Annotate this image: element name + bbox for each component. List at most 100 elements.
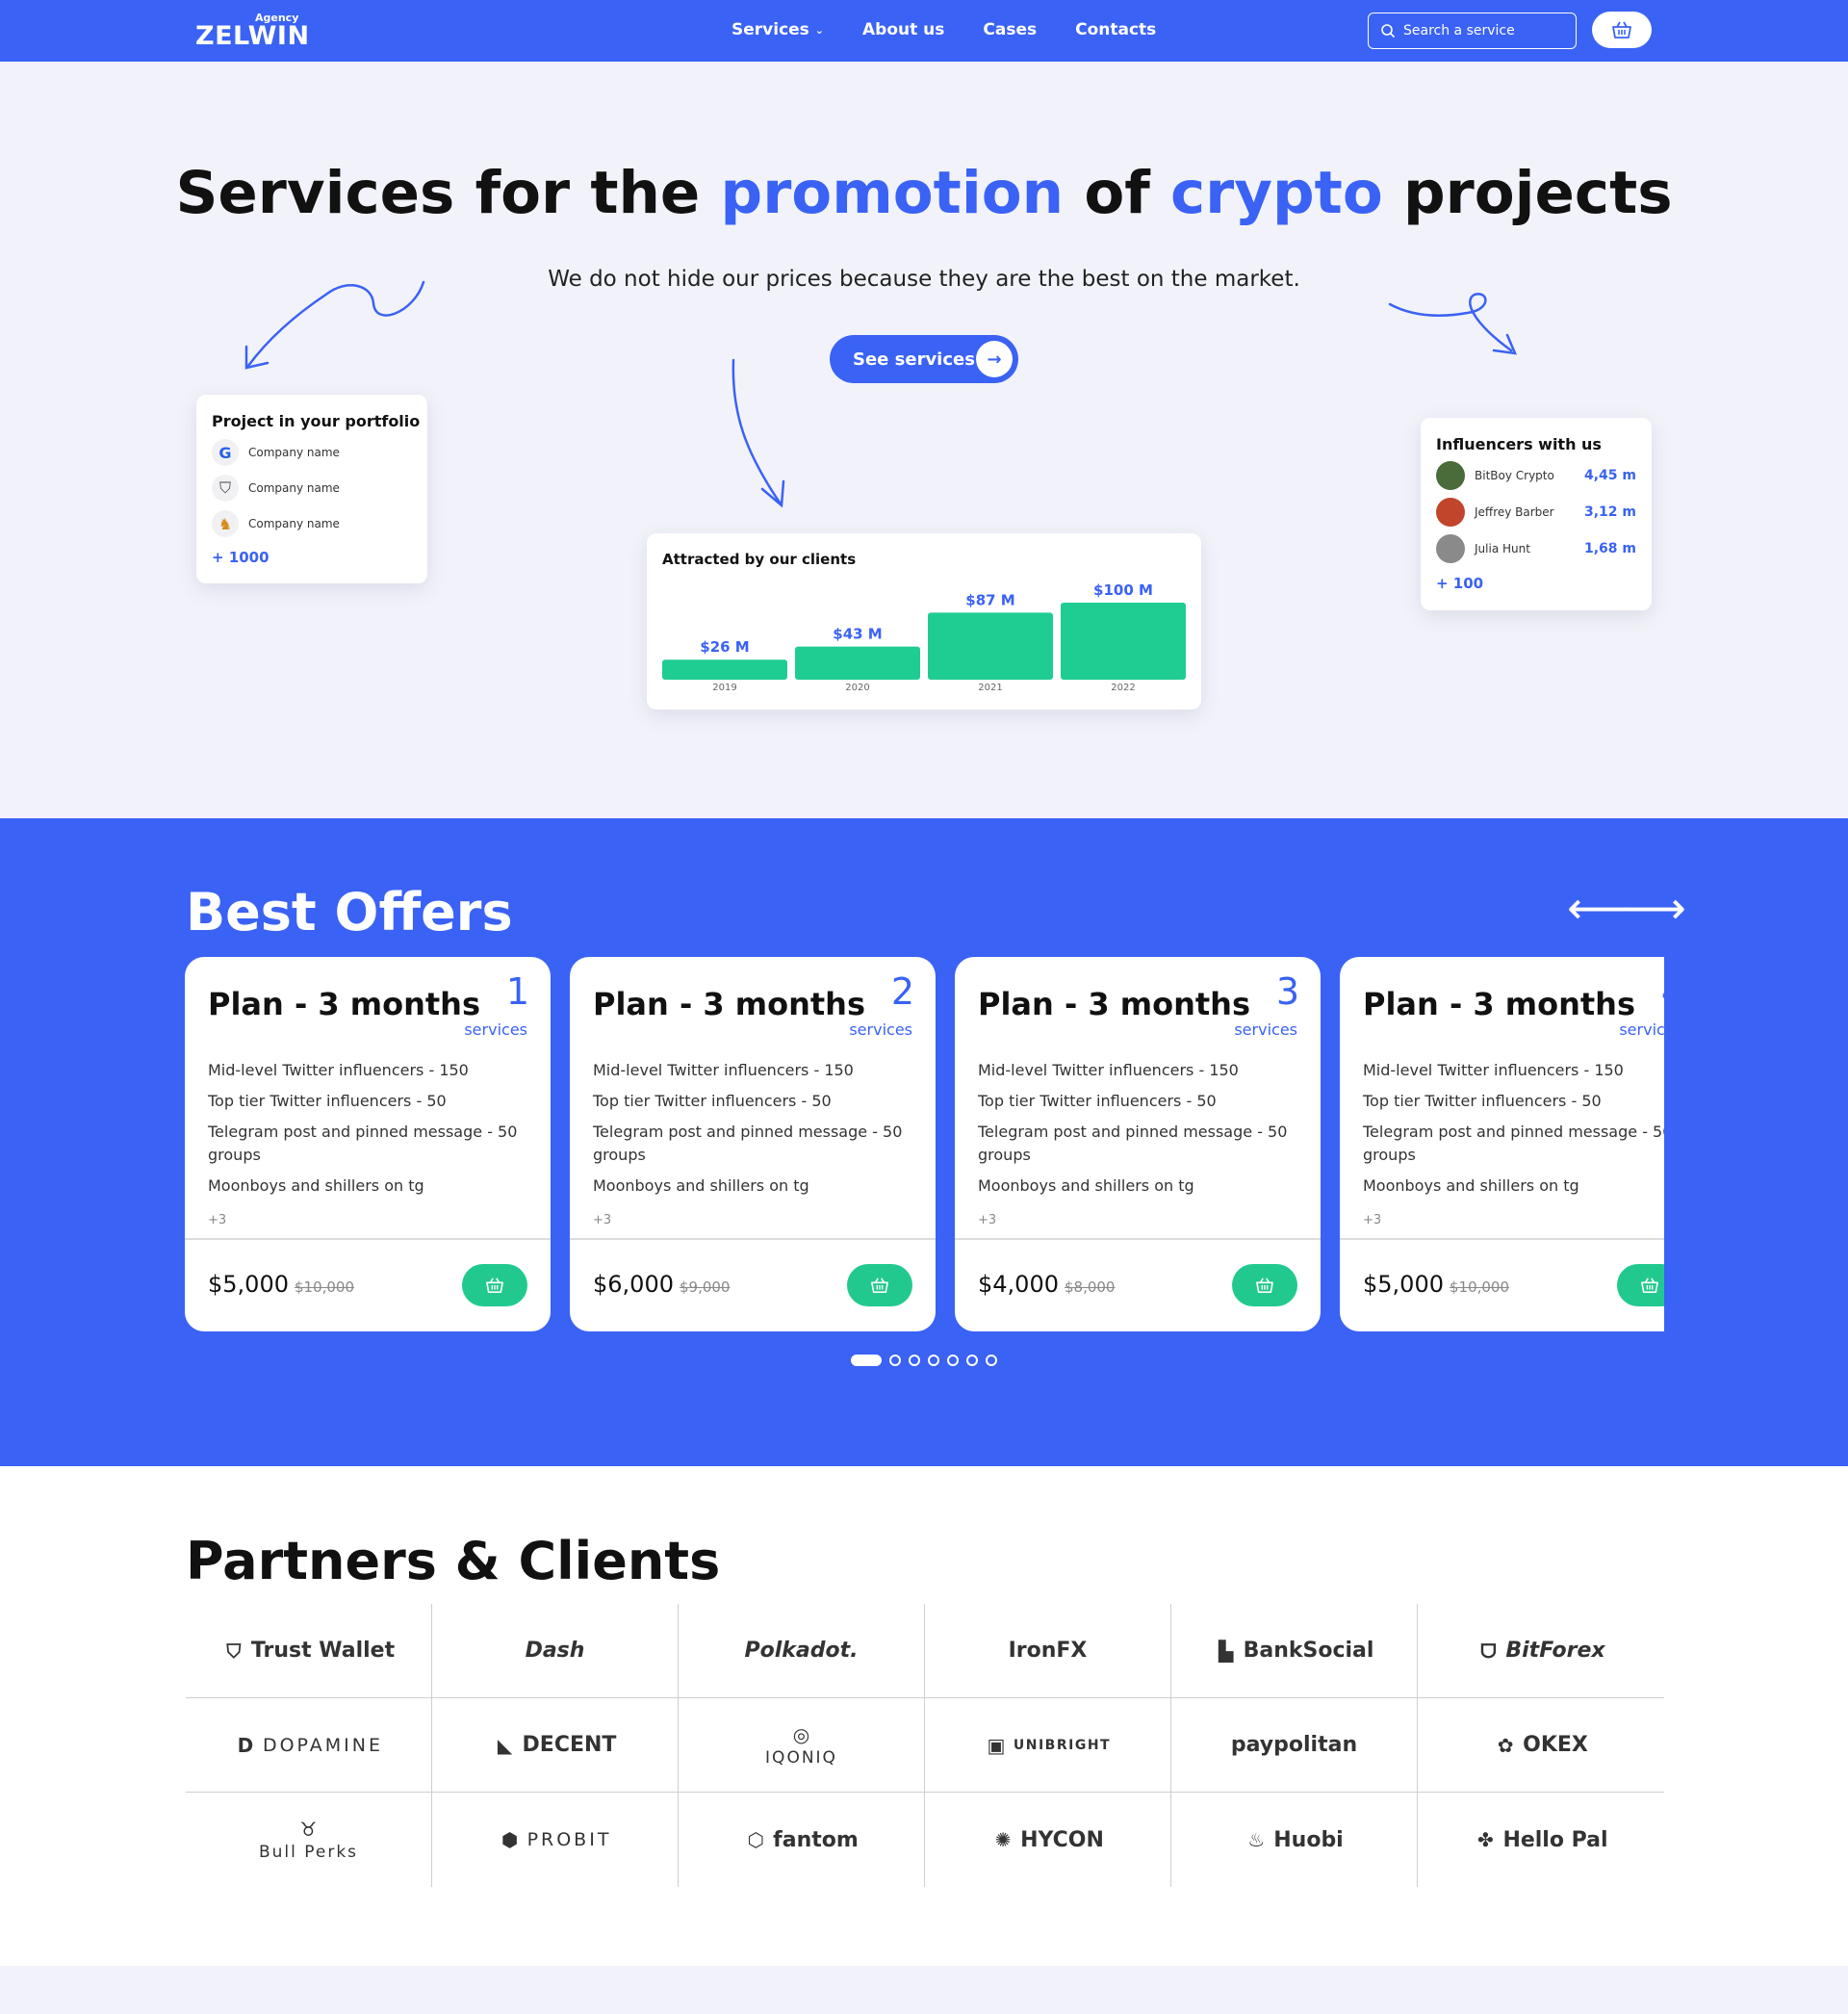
basket-icon: [486, 1278, 503, 1294]
partner-logo-cell: ✺ HYCON: [925, 1793, 1171, 1887]
logo-wordmark: ZELWIN: [195, 21, 310, 51]
chevron-down-icon: ⌄: [814, 23, 825, 37]
partner-name: BankSocial: [1243, 1639, 1374, 1663]
offer-more[interactable]: +3: [593, 1213, 611, 1227]
offer-title: Plan - 3 months: [208, 986, 480, 1022]
offer-more[interactable]: +3: [208, 1213, 226, 1227]
cart-button[interactable]: [1592, 12, 1652, 48]
chart-data-label: $43 M: [833, 626, 882, 643]
influencer-row: BitBoy Crypto 4,45 m: [1436, 461, 1636, 490]
carousel-dot[interactable]: [928, 1355, 939, 1366]
partner-logo: ✤ Hello Pal: [1474, 1828, 1608, 1852]
partner-logo-icon: ◣: [497, 1733, 513, 1757]
portfolio-item: G Company name: [212, 439, 412, 466]
carousel-dot[interactable]: [909, 1355, 920, 1366]
arrow-right-icon: →: [976, 341, 1013, 377]
best-offers-title: Best Offers: [186, 882, 513, 942]
divider: [955, 1238, 1321, 1240]
carousel-dot[interactable]: [889, 1355, 901, 1366]
add-to-cart-button[interactable]: [847, 1264, 912, 1306]
basket-icon: [871, 1278, 888, 1294]
partner-name: HYCON: [1020, 1827, 1104, 1852]
partner-logo-cell: ✿ OKEX: [1418, 1698, 1664, 1793]
carousel-dot[interactable]: [986, 1355, 997, 1366]
partner-logo-cell: ♉ Bull Perks: [186, 1793, 432, 1887]
nav-contacts[interactable]: Contacts: [1075, 20, 1156, 39]
doodle-arrow-right-icon: [1388, 293, 1518, 355]
nav-cases[interactable]: Cases: [983, 20, 1037, 39]
partner-name: DECENT: [522, 1733, 617, 1757]
partner-logo-icon: D: [237, 1733, 254, 1757]
divider: [185, 1238, 551, 1240]
offer-price-block: $5,000 $10,000: [1363, 1271, 1509, 1298]
partner-logo: ♨ Huobi: [1245, 1828, 1343, 1852]
nav-about[interactable]: About us: [862, 20, 944, 39]
offer-feature: Top tier Twitter influencers - 50: [208, 1092, 447, 1110]
influencer-name: Jeffrey Barber: [1475, 505, 1554, 519]
partner-logo: ᗜ BitForex: [1476, 1639, 1605, 1663]
partner-logo: IronFX: [1009, 1639, 1088, 1663]
partner-logo-cell: ⬢ PROBIT: [432, 1793, 679, 1887]
divider: [570, 1238, 936, 1240]
doodle-arrow-down-icon: [732, 358, 785, 508]
partner-logo-cell: ⬡ fantom: [679, 1793, 925, 1887]
partner-logo-cell: Polkadot.: [679, 1604, 925, 1698]
next-arrow-icon[interactable]: ⟶: [1623, 886, 1686, 930]
offer-more[interactable]: +3: [1363, 1213, 1381, 1227]
partner-logo-cell: ♨ Huobi: [1171, 1793, 1418, 1887]
carousel-dot[interactable]: [947, 1355, 959, 1366]
offer-price: $5,000: [1363, 1271, 1444, 1298]
offer-number: 2: [890, 970, 914, 1013]
partner-logo-icon: ✤: [1477, 1828, 1494, 1851]
search-input[interactable]: [1403, 23, 1567, 39]
portfolio-more: + 1000: [212, 549, 270, 566]
offer-services-label: services: [464, 1020, 527, 1039]
offer-card[interactable]: Plan - 3 months 1 services Mid-level Twi…: [185, 957, 551, 1331]
offer-title: Plan - 3 months: [978, 986, 1250, 1022]
offer-features: Mid-level Twitter influencers - 150 Top t…: [593, 1059, 920, 1205]
portfolio-item: ♞ Company name: [212, 510, 412, 537]
add-to-cart-button[interactable]: [1617, 1264, 1664, 1306]
offer-services-label: services: [1234, 1020, 1297, 1039]
offer-feature: Telegram post and pinned message - 50 gr…: [1363, 1123, 1664, 1164]
partner-logo-icon: ▙: [1218, 1639, 1234, 1663]
offer-number: 3: [1275, 970, 1299, 1013]
nav-services[interactable]: Services ⌄: [732, 20, 824, 39]
carousel-dot[interactable]: [851, 1355, 882, 1366]
influencer-followers: 4,45 m: [1583, 468, 1636, 483]
see-services-button[interactable]: See services →: [830, 335, 1018, 383]
basket-icon: [1256, 1278, 1273, 1294]
offer-card[interactable]: Plan - 3 months 4 services Mid-level Twi…: [1340, 957, 1664, 1331]
partner-name: Dash: [525, 1639, 585, 1663]
prev-arrow-icon[interactable]: ⟵: [1567, 886, 1630, 930]
nav-services-label: Services: [732, 20, 809, 39]
offers-carousel[interactable]: Plan - 3 months 1 services Mid-level Twi…: [185, 957, 1664, 1332]
add-to-cart-button[interactable]: [1232, 1264, 1297, 1306]
partner-name: IQONIQ: [765, 1747, 837, 1768]
offer-feature: Moonboys and shillers on tg: [978, 1176, 1194, 1195]
avatar: [1436, 461, 1465, 490]
partner-logo-cell: ◣ DECENT: [432, 1698, 679, 1793]
partner-logo: ◣ DECENT: [494, 1733, 617, 1757]
offer-card[interactable]: Plan - 3 months 3 services Mid-level Twi…: [955, 957, 1321, 1331]
partner-name: DOPAMINE: [262, 1734, 384, 1756]
c-logo-icon: G: [212, 439, 239, 466]
add-to-cart-button[interactable]: [462, 1264, 527, 1306]
offer-more[interactable]: +3: [978, 1213, 996, 1227]
offer-price: $4,000: [978, 1271, 1059, 1298]
basket-icon: [1641, 1278, 1658, 1294]
avatar: [1436, 534, 1465, 563]
chart-tick-label: 2019: [712, 683, 736, 693]
offer-feature: Telegram post and pinned message - 50 gr…: [208, 1123, 518, 1164]
portfolio-card: Project in your portfolio G Company name…: [196, 395, 427, 583]
partner-name: Huobi: [1273, 1827, 1344, 1852]
chart-bar: [795, 646, 920, 680]
search-box[interactable]: [1368, 13, 1577, 49]
chart-data-label: $26 M: [700, 638, 749, 656]
carousel-dot[interactable]: [966, 1355, 978, 1366]
partner-name: PROBIT: [526, 1829, 612, 1850]
offer-old-price: $8,000: [1064, 1278, 1116, 1296]
partner-logo: ⬡ fantom: [744, 1828, 858, 1852]
offer-card[interactable]: Plan - 3 months 2 services Mid-level Twi…: [570, 957, 936, 1331]
offer-feature: Moonboys and shillers on tg: [208, 1176, 424, 1195]
